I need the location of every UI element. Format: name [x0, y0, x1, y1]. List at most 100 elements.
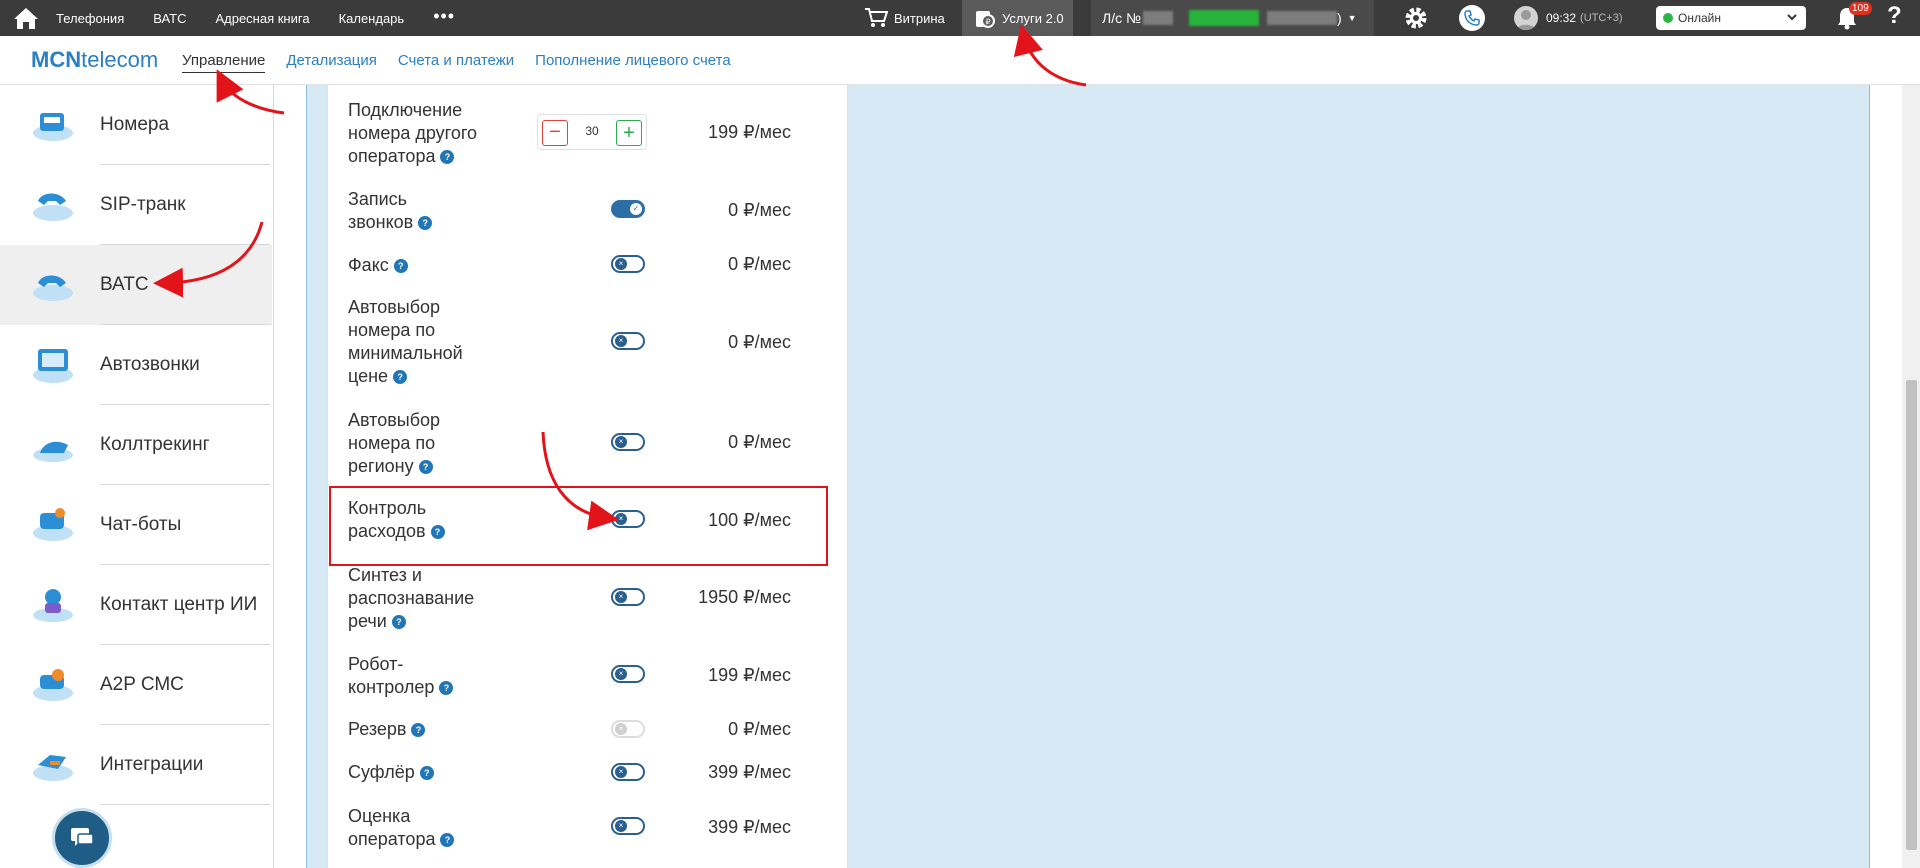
autocalls-icon	[33, 349, 73, 383]
sidebar-item-label: Чат-боты	[100, 514, 182, 535]
account-prefix: Л/с №	[1102, 10, 1141, 26]
toggle-call-recording[interactable]: ✓	[611, 200, 645, 218]
quantity-stepper: − 30 +	[537, 114, 647, 150]
service-label-expense-control: Контроль расходов ?	[348, 497, 468, 543]
chat-support-button[interactable]	[52, 808, 112, 868]
top-nav-address-book[interactable]: Адресная книга	[215, 11, 309, 26]
vats-icon	[33, 275, 73, 301]
uslugi-label: Услуги 2.0	[1002, 10, 1064, 26]
toggle-speech-synthesis[interactable]: ×	[611, 588, 645, 606]
sidebar-item-sip-trunk[interactable]: SIP-транк	[0, 165, 272, 245]
account-suffix: )	[1337, 10, 1342, 26]
tab-bills-payments[interactable]: Счета и платежи	[398, 52, 514, 73]
quantity-value[interactable]: 30	[572, 124, 612, 138]
tab-management[interactable]: Управление	[182, 52, 266, 73]
mcn-logo[interactable]: MCNtelecom	[31, 47, 158, 73]
sidebar-item-label: Автозвонки	[100, 354, 200, 375]
sidebar-item-chatbots[interactable]: Чат-боты	[0, 485, 272, 565]
services-icon: ₽	[976, 11, 995, 28]
help-icon[interactable]: ?	[419, 766, 434, 781]
logo-bold: MCN	[31, 47, 82, 72]
service-price: 0 ₽/мес	[728, 200, 791, 220]
service-label-text: Синтез и распознавание речи	[348, 565, 475, 631]
integrations-icon	[33, 755, 73, 781]
service-label-text: Запись звонков	[348, 189, 414, 232]
service-price: 0 ₽/мес	[728, 332, 791, 352]
caret-down-icon: ▼	[1347, 13, 1357, 23]
help-icon[interactable]: ?	[440, 150, 455, 165]
top-nav-telephony[interactable]: Телефония	[56, 11, 124, 26]
top-nav-calendar[interactable]: Календарь	[339, 11, 405, 26]
service-label-text: Подключение номера другого оператора	[348, 100, 478, 166]
vitrina-link[interactable]: Витрина	[864, 0, 945, 36]
service-label-other-operator: Подключение номера другого оператора ?	[348, 99, 498, 168]
tab-details[interactable]: Детализация	[286, 52, 377, 73]
cross-icon: ×	[615, 258, 627, 270]
toggle-robot-controller[interactable]: ×	[611, 665, 645, 683]
account-name-redacted	[1267, 11, 1337, 25]
sidebar-item-ai-contact-center[interactable]: Контакт центр ИИ	[0, 565, 272, 645]
sidebar-item-numbers[interactable]: Номера	[0, 85, 272, 165]
cross-icon: ×	[615, 436, 627, 448]
top-nav-vats[interactable]: ВАТС	[153, 11, 186, 26]
uslugi-button[interactable]: ₽ Услуги 2.0	[962, 0, 1073, 36]
service-price: 199 ₽/мес	[708, 665, 791, 685]
toggle-auto-region[interactable]: ×	[611, 433, 645, 451]
check-icon: ✓	[630, 203, 642, 215]
service-label-auto-min-price: Автовыбор номера по минимальной цене ?	[348, 296, 488, 388]
account-selector[interactable]: Л/с № ) ▼	[1091, 0, 1374, 36]
sidebar: Номера SIP-транк ВАТС Автозвонки Коллтре…	[0, 85, 274, 868]
service-label-text: Суфлёр	[348, 762, 415, 782]
gear-icon[interactable]	[1403, 5, 1429, 31]
ai-contact-center-icon	[33, 589, 73, 622]
service-price: 199 ₽/мес	[708, 122, 791, 142]
status-select[interactable]: Онлайн	[1656, 6, 1806, 30]
tab-top-up[interactable]: Пополнение лицевого счета	[535, 52, 731, 73]
sidebar-item-label: Коллтрекинг	[100, 434, 210, 455]
help-icon[interactable]: ?	[391, 615, 406, 630]
sidebar-item-integrations[interactable]: Интеграции	[0, 725, 272, 805]
service-price: 0 ₽/мес	[728, 719, 791, 739]
help-icon[interactable]: ?	[418, 216, 433, 231]
sidebar-item-label: ВАТС	[100, 274, 149, 295]
help-icon[interactable]: ?	[393, 259, 408, 274]
calltracking-icon	[33, 441, 73, 462]
sidebar-item-vats[interactable]: ВАТС	[0, 245, 272, 325]
sub-header: MCNtelecom Управление Детализация Счета …	[0, 36, 1920, 85]
toggle-operator-rating[interactable]: ×	[611, 817, 645, 835]
top-nav: Телефония ВАТС Адресная книга Календарь …	[56, 0, 455, 36]
help-icon[interactable]: ?	[411, 723, 426, 738]
increment-button[interactable]: +	[616, 120, 642, 146]
more-icon[interactable]: •••	[433, 6, 455, 27]
toggle-expense-control[interactable]: ×	[611, 510, 645, 528]
service-price: 0 ₽/мес	[728, 254, 791, 274]
toggle-fax[interactable]: ×	[611, 255, 645, 273]
decrement-button[interactable]: −	[542, 120, 568, 146]
account-balance-redacted	[1189, 10, 1259, 26]
cross-icon: ×	[615, 513, 627, 525]
home-icon[interactable]	[12, 5, 40, 31]
sidebar-item-label: A2P СМС	[100, 674, 184, 695]
sidebar-item-label: SIP-транк	[100, 194, 186, 215]
online-status-dot	[1663, 13, 1673, 23]
scrollbar-thumb[interactable]	[1906, 380, 1917, 850]
help-icon[interactable]: ?	[393, 370, 408, 385]
top-bar: Телефония ВАТС Адресная книга Календарь …	[0, 0, 1920, 36]
help-icon[interactable]: ?	[430, 525, 445, 540]
help-icon[interactable]: ?	[1887, 2, 1902, 30]
sidebar-item-a2p-sms[interactable]: A2P СМС	[0, 645, 272, 725]
phone-icon[interactable]	[1459, 5, 1485, 31]
sidebar-item-calltracking[interactable]: Коллтрекинг	[0, 405, 272, 485]
avatar[interactable]	[1514, 6, 1538, 30]
cross-icon: ×	[615, 668, 627, 680]
help-icon[interactable]: ?	[439, 681, 454, 696]
sidebar-item-autocalls[interactable]: Автозвонки	[0, 325, 272, 405]
help-icon[interactable]: ?	[418, 460, 433, 475]
toggle-auto-min-price[interactable]: ×	[611, 332, 645, 350]
sidebar-item-label: Интеграции	[100, 754, 204, 775]
cart-icon	[865, 8, 888, 27]
service-label-text: Оценка оператора	[348, 806, 436, 849]
help-icon[interactable]: ?	[440, 833, 455, 848]
toggle-prompter[interactable]: ×	[611, 763, 645, 781]
logo-rest: telecom	[81, 47, 159, 72]
